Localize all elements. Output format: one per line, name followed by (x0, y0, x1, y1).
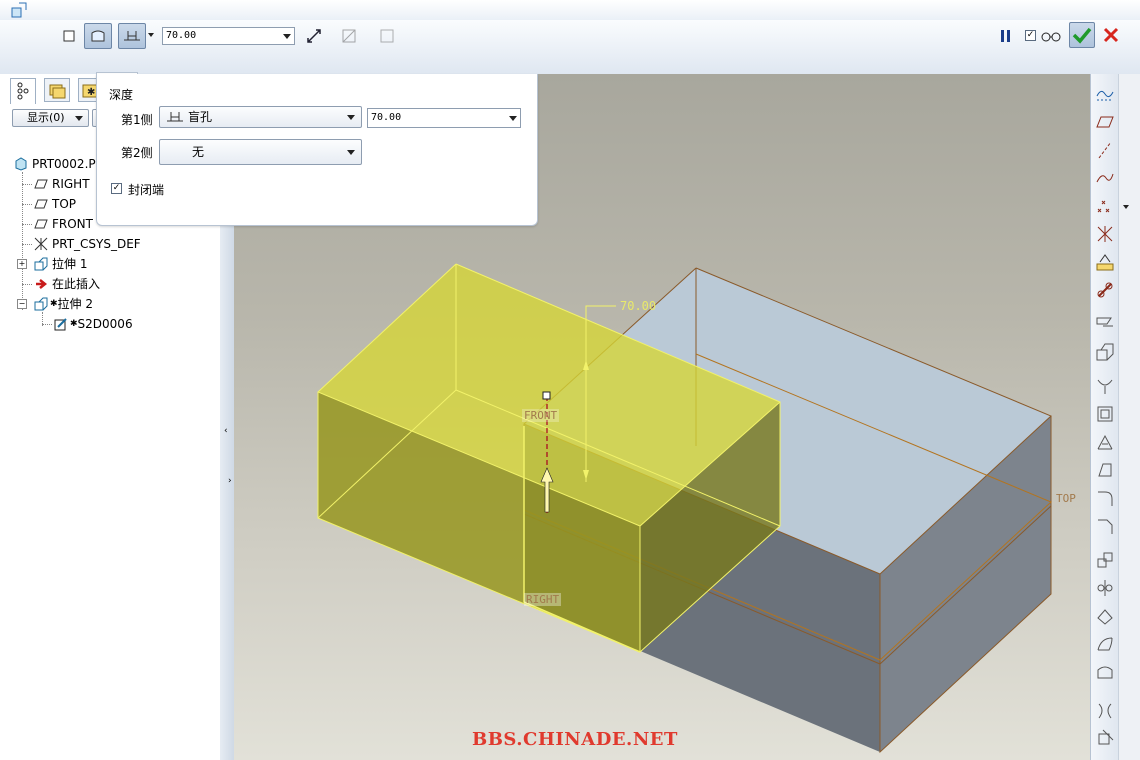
verify-glasses-button[interactable] (1040, 25, 1062, 47)
fill-tool-icon[interactable] (1095, 662, 1115, 682)
side1-label: 第1侧 (121, 113, 153, 127)
datum-plane-tool-icon[interactable] (1095, 112, 1115, 132)
depth-option-button[interactable] (118, 23, 146, 49)
extrude-surface-button[interactable] (84, 23, 112, 49)
mirror-tool-icon[interactable] (1095, 578, 1115, 598)
round-tool-icon[interactable] (1095, 488, 1115, 508)
extrude-tool-icon[interactable] (1095, 342, 1115, 362)
tree-connector (22, 244, 32, 245)
extrude-icon (34, 297, 48, 311)
analysis-tool-icon[interactable] (1095, 252, 1115, 272)
depth-value-combo[interactable]: 70.00 (162, 27, 295, 45)
datum-label-right: RIGHT (524, 593, 562, 606)
title-strip (0, 0, 1140, 21)
offset-tool-icon[interactable] (1095, 606, 1115, 626)
chevron-down-icon (347, 115, 355, 120)
side1-depth-type-select[interactable]: 盲孔 (159, 106, 362, 128)
tab-model-tree[interactable] (10, 78, 36, 104)
datum-display-icon[interactable] (1095, 84, 1115, 104)
show-button[interactable]: 显示(0) (12, 109, 89, 127)
thicken-sketch-button[interactable] (376, 25, 398, 47)
depth-value-text: 70.00 (166, 30, 197, 41)
accept-button[interactable] (1069, 22, 1095, 48)
depth-drag-handle[interactable] (542, 391, 551, 400)
merge-tool-icon[interactable] (1095, 700, 1115, 720)
chevron-down-icon (75, 116, 83, 121)
insert-here-arrow-icon (36, 279, 48, 289)
expand-toggle-icon[interactable]: + (17, 259, 27, 269)
preview-checkbox[interactable]: ✓ (1025, 30, 1036, 41)
toolbar-overflow-strip[interactable] (1118, 74, 1140, 760)
collapse-toggle-icon[interactable]: − (17, 299, 27, 309)
in-progress-marker-icon: ✱ (70, 319, 78, 329)
revolve-tool-icon[interactable] (1095, 376, 1115, 396)
tree-connector (22, 204, 32, 205)
datum-plane-icon (34, 199, 48, 209)
shell-tool-icon[interactable] (1095, 404, 1115, 424)
chevron-down-icon[interactable] (1123, 205, 1129, 209)
tree-connector (22, 172, 23, 310)
side2-label: 第2侧 (121, 146, 153, 160)
remove-material-button[interactable] (338, 25, 360, 47)
boundary-blend-tool-icon[interactable] (1095, 634, 1115, 654)
datum-curve-tool-icon[interactable] (1095, 168, 1115, 188)
tree-connector (22, 224, 32, 225)
chain-tool-icon[interactable] (1095, 280, 1115, 300)
in-progress-marker-icon: ✱ (50, 299, 58, 309)
chevron-down-icon (347, 150, 355, 155)
flip-direction-button[interactable] (303, 25, 325, 47)
depth-section-title: 深度 (109, 88, 134, 102)
datum-label-front: FRONT (522, 409, 560, 422)
rib-tool-icon[interactable] (1095, 432, 1115, 452)
side2-depth-type-select[interactable]: 无 (159, 139, 362, 165)
feature-toolbar (1090, 74, 1119, 760)
chevron-down-icon (509, 116, 517, 121)
capped-ends-label: 封闭端 (128, 183, 165, 197)
chevron-down-icon (283, 34, 291, 39)
pattern-tool-icon[interactable] (1095, 550, 1115, 570)
datum-label-top: TOP (1056, 492, 1076, 505)
blind-depth-icon (167, 112, 183, 122)
check-icon (1072, 27, 1092, 44)
datum-point-tool-icon[interactable] (1095, 196, 1115, 216)
dimension-value[interactable]: 70.00 (620, 299, 656, 313)
tree-connector (22, 284, 32, 285)
datum-axis-tool-icon[interactable] (1095, 140, 1115, 160)
cancel-button[interactable] (1100, 24, 1122, 46)
watermark: BBS.CHINADE.NET (472, 729, 678, 750)
part-window-icon (11, 2, 27, 18)
sketch-icon (54, 318, 67, 331)
capped-ends-checkbox[interactable]: ✓ (111, 183, 122, 194)
extrude-solid-button[interactable] (58, 25, 80, 47)
extrude-icon (34, 257, 48, 271)
feature-dashboard: 70.00 ✓ 放置 选项 属性 (0, 20, 1140, 94)
csys-icon (34, 237, 48, 251)
sketch-tool-icon[interactable] (1095, 314, 1115, 334)
datum-plane-icon (34, 179, 48, 189)
close-icon (1103, 27, 1119, 43)
tree-connector (42, 324, 52, 325)
options-panel: 深度 第1侧 盲孔 70.00 第2侧 无 ✓ 封闭端 (96, 74, 538, 226)
pause-button[interactable] (995, 25, 1017, 47)
tree-connector (22, 184, 32, 185)
chamfer-tool-icon[interactable] (1095, 516, 1115, 536)
svg-text:✱: ✱ (87, 87, 95, 98)
depth-option-dropdown-icon[interactable] (148, 33, 154, 37)
collapse-left-icon[interactable]: ‹ (224, 426, 228, 436)
side1-depth-value-combo[interactable]: 70.00 (367, 108, 521, 128)
draft-tool-icon[interactable] (1095, 460, 1115, 480)
tab-folder-browser[interactable] (44, 78, 70, 102)
expand-right-icon[interactable]: › (228, 476, 232, 486)
part-icon (15, 157, 27, 171)
csys-tool-icon[interactable] (1095, 224, 1115, 244)
trim-tool-icon[interactable] (1095, 728, 1115, 748)
datum-plane-icon (34, 219, 48, 229)
